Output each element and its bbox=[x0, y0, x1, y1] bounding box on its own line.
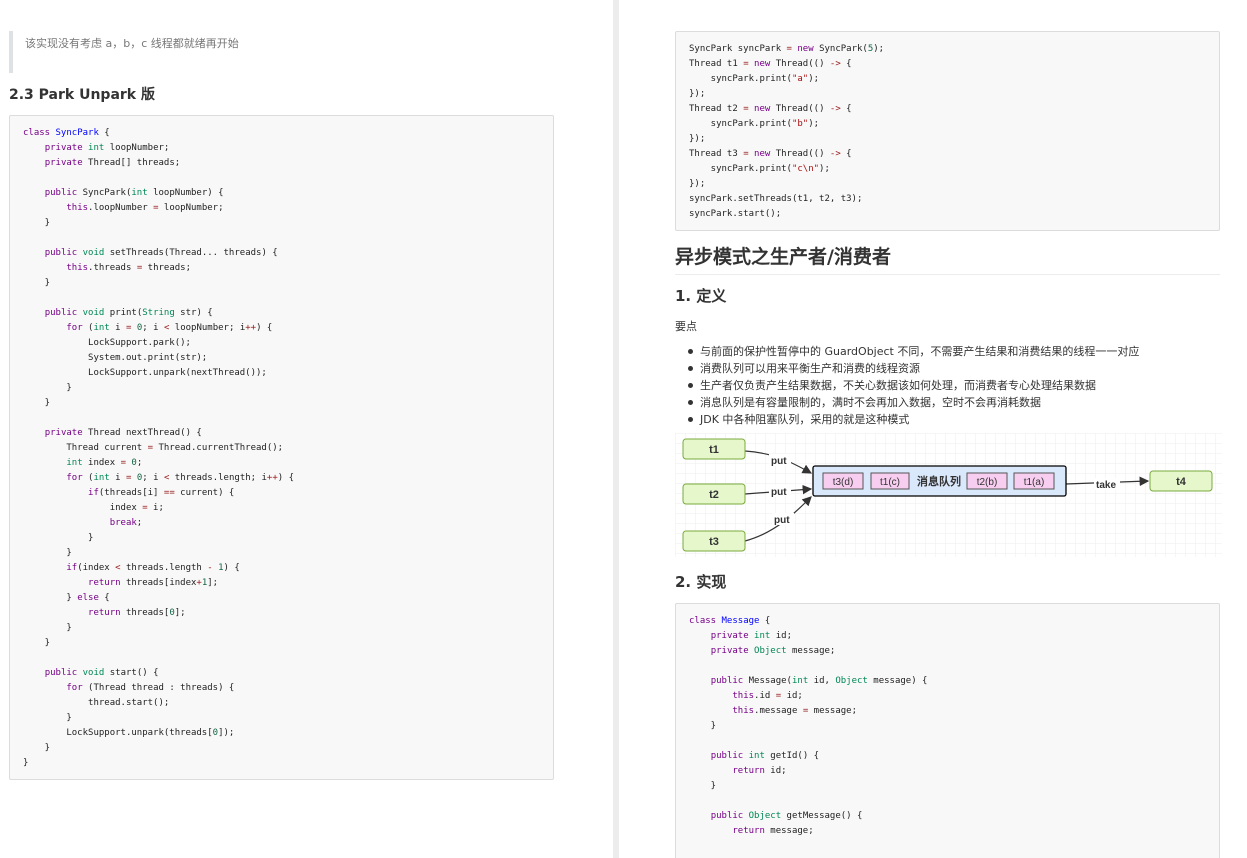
put-label: put bbox=[771, 487, 787, 498]
queue-item: t1(a) bbox=[1024, 477, 1045, 488]
thread-label-t2: t2 bbox=[709, 489, 719, 501]
put-label: put bbox=[771, 456, 787, 467]
put-label: put bbox=[774, 515, 790, 526]
queue-item: t2(b) bbox=[977, 477, 998, 488]
blockquote-text: 该实现没有考虑 a，b，c 线程都就绪再开始 bbox=[25, 37, 239, 50]
key-points-label: 要点 bbox=[675, 320, 697, 333]
list-item: 生产者仅负责产生结果数据，不关心数据该如何处理，而消费者专心处理结果数据 bbox=[687, 377, 1139, 394]
code-text: class Message { private int id; private … bbox=[689, 616, 928, 836]
producer-consumer-diagram: put put put take t1 t2 t3 t4 t3(d) t1(c)… bbox=[675, 433, 1222, 557]
queue-label: 消息队列 bbox=[917, 474, 961, 488]
heading-implementation: 2. 实现 bbox=[675, 573, 727, 591]
left-page: 该实现没有考虑 a，b，c 线程都就绪再开始 2.3 Park Unpark 版… bbox=[0, 0, 613, 858]
list-item: JDK 中各种阻塞队列，采用的就是这种模式 bbox=[687, 411, 1139, 428]
code-block-message: class Message { private int id; private … bbox=[675, 603, 1220, 858]
thread-label-t1: t1 bbox=[709, 444, 719, 456]
list-item: 消费队列可以用来平衡生产和消费的线程资源 bbox=[687, 360, 1139, 377]
take-label: take bbox=[1096, 480, 1116, 491]
heading-producer-consumer: 异步模式之生产者/消费者 bbox=[675, 242, 1220, 275]
queue-item: t1(c) bbox=[880, 477, 900, 488]
code-text: class SyncPark { private int loopNumber;… bbox=[23, 128, 295, 768]
code-text: SyncPark syncPark = new SyncPark(5); Thr… bbox=[689, 44, 885, 219]
bullet-list: 与前面的保护性暂停中的 GuardObject 不同，不需要产生结果和消费结果的… bbox=[687, 343, 1139, 428]
queue-item: t3(d) bbox=[833, 477, 854, 488]
thread-label-t3: t3 bbox=[709, 536, 719, 548]
heading-definition: 1. 定义 bbox=[675, 287, 727, 305]
thread-label-t4: t4 bbox=[1176, 476, 1187, 488]
list-item: 与前面的保护性暂停中的 GuardObject 不同，不需要产生结果和消费结果的… bbox=[687, 343, 1139, 360]
code-block-syncpark: class SyncPark { private int loopNumber;… bbox=[9, 115, 554, 780]
list-item: 消息队列是有容量限制的，满时不会再加入数据，空时不会再消耗数据 bbox=[687, 394, 1139, 411]
section-heading-park-unpark: 2.3 Park Unpark 版 bbox=[9, 87, 155, 103]
blockquote: 该实现没有考虑 a，b，c 线程都就绪再开始 bbox=[9, 31, 549, 73]
code-block-usage: SyncPark syncPark = new SyncPark(5); Thr… bbox=[675, 31, 1220, 231]
right-page: SyncPark syncPark = new SyncPark(5); Thr… bbox=[619, 0, 1247, 858]
